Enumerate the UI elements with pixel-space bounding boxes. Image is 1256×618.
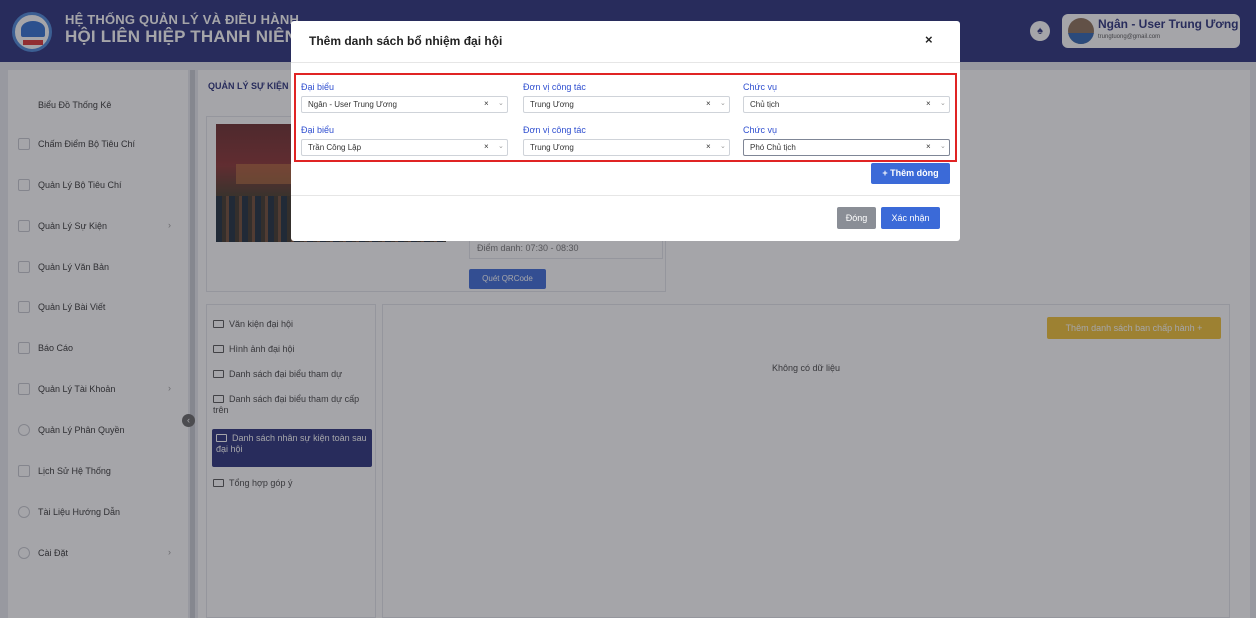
delegate-value: Ngân - User Trung Ương xyxy=(308,100,398,109)
position-select[interactable]: Chủ tịch × ⌄ xyxy=(743,96,950,113)
unit-label: Đơn vị công tác xyxy=(523,82,586,92)
clear-icon[interactable]: × xyxy=(484,142,489,151)
modal-title: Thêm danh sách bổ nhiệm đại hội xyxy=(309,34,503,48)
position-select[interactable]: Phó Chủ tịch × ⌄ xyxy=(743,139,950,156)
delegate-value: Trần Công Lập xyxy=(308,143,362,152)
chevron-down-icon[interactable]: ⌄ xyxy=(940,99,946,107)
position-value: Chủ tịch xyxy=(750,100,780,109)
divider xyxy=(291,62,960,63)
close-button[interactable]: Đóng xyxy=(837,207,876,229)
close-icon[interactable]: × xyxy=(925,32,933,47)
clear-icon[interactable]: × xyxy=(706,142,711,151)
position-label: Chức vụ xyxy=(743,82,778,92)
chevron-down-icon[interactable]: ⌄ xyxy=(498,99,504,107)
unit-value: Trung Ương xyxy=(530,143,574,152)
clear-icon[interactable]: × xyxy=(926,99,931,108)
unit-value: Trung Ương xyxy=(530,100,574,109)
delegate-label: Đại biểu xyxy=(301,82,335,92)
unit-select[interactable]: Trung Ương × ⌄ xyxy=(523,96,730,113)
divider xyxy=(291,195,960,196)
delegate-select[interactable]: Trần Công Lập × ⌄ xyxy=(301,139,508,156)
unit-select[interactable]: Trung Ương × ⌄ xyxy=(523,139,730,156)
clear-icon[interactable]: × xyxy=(926,142,931,151)
chevron-down-icon[interactable]: ⌄ xyxy=(498,142,504,150)
unit-label: Đơn vị công tác xyxy=(523,125,586,135)
add-row-button[interactable]: + Thêm dòng xyxy=(871,163,950,184)
delegate-select[interactable]: Ngân - User Trung Ương × ⌄ xyxy=(301,96,508,113)
confirm-button[interactable]: Xác nhận xyxy=(881,207,940,229)
chevron-down-icon[interactable]: ⌄ xyxy=(720,99,726,107)
clear-icon[interactable]: × xyxy=(484,99,489,108)
position-label: Chức vụ xyxy=(743,125,778,135)
appointment-modal: Thêm danh sách bổ nhiệm đại hội × Đại bi… xyxy=(291,21,960,241)
position-value: Phó Chủ tịch xyxy=(750,143,796,152)
chevron-down-icon[interactable]: ⌄ xyxy=(720,142,726,150)
delegate-label: Đại biểu xyxy=(301,125,335,135)
clear-icon[interactable]: × xyxy=(706,99,711,108)
chevron-down-icon[interactable]: ⌄ xyxy=(940,142,946,150)
